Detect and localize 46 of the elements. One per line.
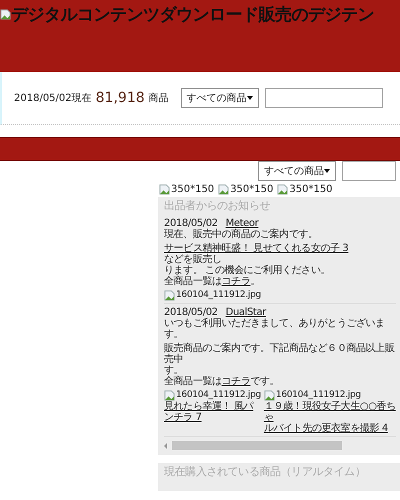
image-alt-text[interactable]: 160104_111912.jpg [176, 290, 261, 301]
text-link[interactable]: コチラ [222, 376, 250, 387]
author-link[interactable]: DualStar [226, 307, 266, 318]
post-text: いつもご利用いただきまして、ありがとうございます。 [164, 318, 386, 340]
post-text: 全商品一覧は [164, 276, 222, 287]
post-text: ります。 この機会にご利用ください。 [164, 265, 330, 276]
caret-icon [246, 96, 253, 100]
product-link[interactable]: １９歳！現役女子大生○○香ちゃ [264, 401, 396, 423]
post-date: 2018/05/02 [164, 218, 218, 229]
search-field[interactable] [264, 88, 383, 108]
post-text: です。 [250, 376, 280, 387]
broken-image-icon [164, 290, 175, 301]
category-select[interactable]: すべての商品 [258, 161, 336, 181]
image-alt-text[interactable]: 160104_111912.jpg [176, 390, 261, 401]
banner-alt-text[interactable]: 350*150 [171, 184, 214, 195]
post-text: 販売商品のご案内です。下記商品など６０商品以上販売中 [164, 343, 396, 365]
text-link[interactable]: サービス精神旺盛！ 見せてくれる女の子 3 [164, 243, 348, 254]
search-field[interactable] [342, 161, 396, 181]
image-alt-text[interactable]: 160104_111912.jpg [276, 390, 361, 401]
post-text: す。 [164, 365, 184, 376]
scroll-left-arrow-icon[interactable] [164, 442, 168, 448]
date-label: 2018/05/02現在 [14, 92, 92, 105]
category-select[interactable]: すべての商品 [180, 88, 259, 108]
broken-image-icon [159, 184, 170, 195]
post-text: 。 [250, 276, 260, 287]
broken-image-icon [0, 9, 11, 20]
post-text: 現在、販売中の商品のご案内です。 [164, 229, 318, 240]
broken-image-icon [277, 184, 288, 195]
count-unit: 商品 [148, 92, 169, 105]
product-link[interactable]: 見れたら幸運！ 風パ [164, 401, 261, 412]
author-link[interactable]: Meteor [226, 218, 258, 229]
panel-title: 出品者からのお知らせ [164, 198, 272, 214]
broken-image-icon [218, 184, 230, 195]
product-count: 81,918 [96, 90, 145, 106]
post-text: などを販売し [164, 254, 222, 265]
product-link[interactable]: ンチラ 7 [164, 412, 261, 423]
broken-image-icon [164, 390, 175, 401]
broken-image-icon [264, 390, 275, 401]
post-date: 2018/05/02 [164, 307, 218, 318]
panel-title: 現在購入されている商品（リアルタイム） [164, 464, 366, 480]
banner-alt-text[interactable]: 350*150 [289, 184, 333, 195]
post-text: 全商品一覧は [164, 376, 222, 387]
caret-icon [324, 169, 330, 173]
product-link[interactable]: ルバイト先の更衣室を撮影 4 [264, 423, 396, 434]
text-link[interactable]: コチラ [222, 276, 250, 287]
banner-alt-text[interactable]: 350*150 [230, 184, 274, 195]
